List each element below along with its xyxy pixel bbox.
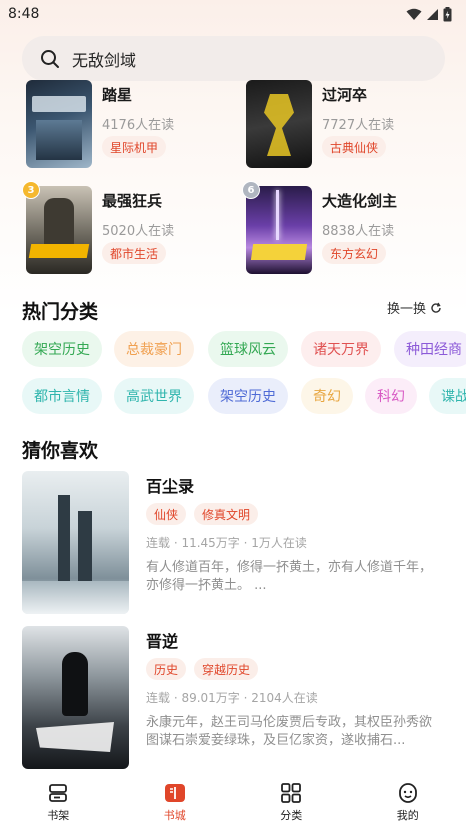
book-cover	[246, 80, 312, 168]
book-title: 踏星	[102, 86, 133, 104]
category-chip[interactable]: 谍战	[429, 378, 466, 414]
category-chip[interactable]: 篮球风云	[208, 331, 288, 367]
wifi-icon	[406, 8, 422, 20]
bookshelf-icon	[49, 783, 68, 802]
bottom-tab-bar: 书架 书城 分类 我的	[0, 776, 466, 828]
book-meta: 连载 · 89.01万字 · 2104人在读	[146, 691, 318, 705]
tab-bookstore[interactable]: 书城	[135, 782, 215, 823]
refresh-label: 换一换	[386, 302, 426, 317]
category-chip[interactable]: 架空历史	[208, 378, 288, 414]
book-title: 最强狂兵	[102, 192, 163, 210]
refresh-icon	[431, 302, 441, 313]
search-icon	[41, 49, 59, 68]
book-tags: 仙侠 修真文明	[146, 503, 259, 525]
book-title: 晋逆	[146, 632, 179, 651]
category-chip[interactable]: 种田经商	[394, 331, 466, 367]
status-bar: 8:48	[0, 0, 466, 28]
status-time: 8:48	[8, 6, 40, 22]
book-title: 大造化剑主	[322, 192, 398, 210]
category-chip[interactable]: 都市言情	[22, 378, 102, 414]
book-description: 永康元年，赵王司马伦废贾后专政，其权臣孙秀欲图谋石崇爱妾绿珠，及巨亿家资，遂收捕…	[146, 715, 433, 748]
reader-count: 4176人在读	[102, 118, 175, 133]
book-meta: 连载 · 11.45万字 · 1万人在读	[146, 536, 307, 550]
category-chip[interactable]: 总裁豪门	[114, 331, 194, 367]
rank-card[interactable]: 3 最强狂兵 5020人在读 都市生活	[22, 181, 241, 274]
reader-count: 7727人在读	[322, 118, 395, 133]
category-icon	[281, 782, 302, 803]
genre-tag[interactable]: 仙侠	[146, 503, 187, 525]
tab-profile[interactable]: 我的	[368, 782, 448, 823]
battery-icon	[443, 6, 452, 21]
hot-categories-title: 热门分类	[22, 301, 99, 323]
guess-title: 猜你喜欢	[22, 440, 99, 462]
category-chip[interactable]: 科幻	[365, 378, 417, 414]
rank-badge: 3	[22, 181, 40, 199]
book-cover	[22, 626, 129, 769]
genre-tag[interactable]: 修真文明	[194, 503, 259, 525]
signal-icon	[427, 8, 438, 20]
rank-card[interactable]: 过河卒 7727人在读 古典仙侠	[246, 80, 461, 168]
bookstore-icon	[164, 783, 185, 802]
rank-card[interactable]: 踏星 4176人在读 星际机甲	[26, 80, 241, 168]
book-title: 过河卒	[322, 86, 368, 104]
book-tags: 历史 穿越历史	[146, 658, 259, 680]
genre-tag[interactable]: 古典仙侠	[322, 136, 387, 158]
book-cover	[22, 471, 129, 614]
category-chip[interactable]: 诸天万界	[301, 331, 381, 367]
tab-category[interactable]: 分类	[251, 782, 331, 823]
book-cover	[26, 186, 92, 274]
category-chip[interactable]: 高武世界	[114, 378, 194, 414]
genre-tag[interactable]: 东方玄幻	[322, 242, 387, 264]
genre-tag[interactable]: 星际机甲	[102, 136, 167, 158]
rank-badge: 6	[242, 181, 260, 199]
search-input[interactable]: 无敌剑域	[72, 47, 136, 71]
tab-label: 分类	[280, 808, 303, 822]
book-list-item[interactable]: 晋逆 历史 穿越历史 连载 · 89.01万字 · 2104人在读 永康元年，赵…	[22, 626, 452, 770]
tab-bookshelf[interactable]: 书架	[18, 782, 98, 823]
tab-label: 书城	[163, 808, 186, 822]
genre-tag[interactable]: 历史	[146, 658, 187, 680]
genre-tag[interactable]: 都市生活	[102, 242, 167, 264]
search-bar[interactable]: 无敌剑域	[22, 36, 445, 81]
rank-card[interactable]: 6 大造化剑主 8838人在读 东方玄幻	[242, 181, 461, 274]
reader-count: 8838人在读	[322, 224, 395, 239]
category-chip[interactable]: 架空历史	[22, 331, 102, 367]
book-cover	[26, 80, 92, 168]
reader-count: 5020人在读	[102, 224, 175, 239]
tab-label: 书架	[47, 808, 70, 822]
book-description: 有人修道百年，修得一抔黄土，亦有人修道千年，亦修得一抔黄土。 ...	[146, 560, 433, 593]
tab-label: 我的	[396, 808, 419, 822]
refresh-button[interactable]: 换一换	[387, 298, 442, 317]
category-chip[interactable]: 奇幻	[301, 378, 353, 414]
genre-tag[interactable]: 穿越历史	[194, 658, 259, 680]
book-title: 百尘录	[146, 477, 195, 496]
book-list-item[interactable]: 百尘录 仙侠 修真文明 连载 · 11.45万字 · 1万人在读 有人修道百年，…	[22, 471, 452, 615]
status-icons	[406, 6, 452, 22]
book-cover	[246, 186, 312, 274]
profile-icon	[398, 782, 417, 803]
